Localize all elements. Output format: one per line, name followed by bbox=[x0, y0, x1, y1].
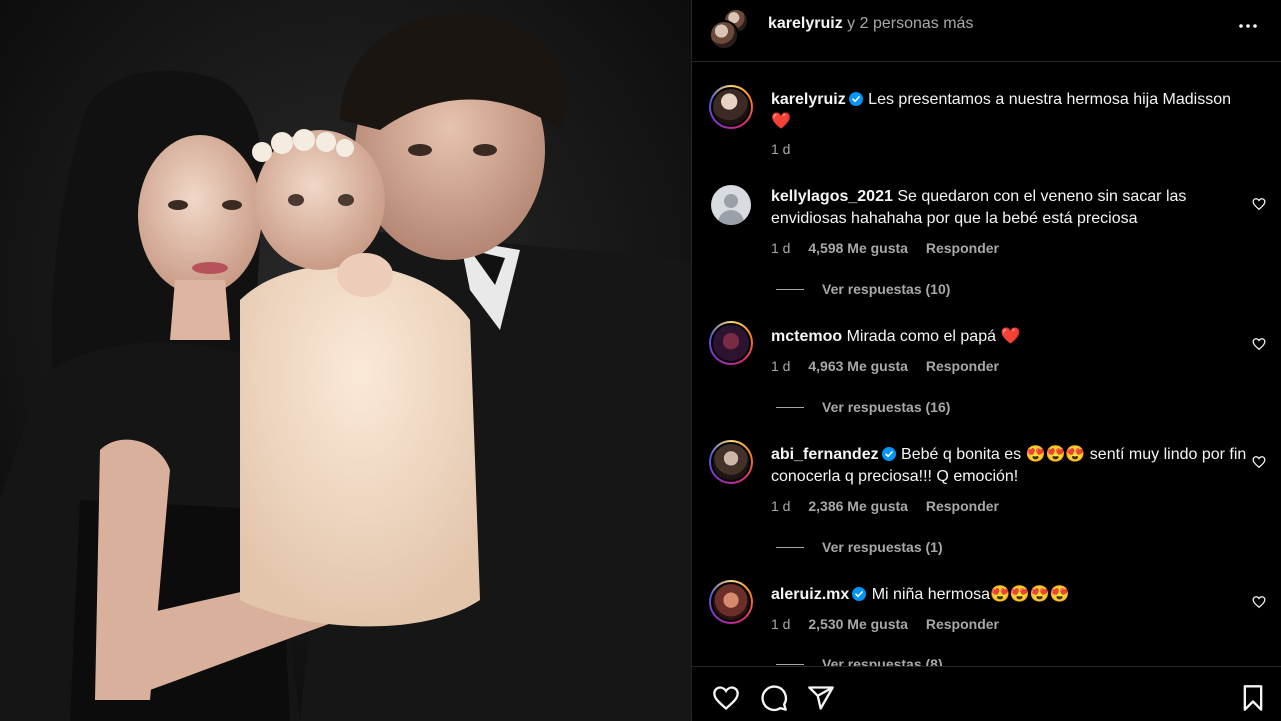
paper-plane-icon[interactable] bbox=[807, 684, 835, 712]
comment: mctemoo Mirada como el papá ❤️ bbox=[771, 326, 1251, 348]
caption-emoji: ❤️ bbox=[771, 113, 791, 130]
caption-meta: 1 d bbox=[771, 141, 804, 157]
comment-username[interactable]: mctemoo bbox=[771, 328, 842, 345]
post-header: karelyruiz y 2 personas más bbox=[692, 0, 1281, 62]
comment-time[interactable]: 1 d bbox=[771, 240, 790, 256]
comment-meta: 1 d 4,963 Me gusta Responder bbox=[771, 358, 1013, 374]
more-horizontal-icon[interactable] bbox=[1236, 14, 1260, 38]
replies-divider bbox=[776, 547, 804, 548]
header-collaborators[interactable]: y 2 personas más bbox=[847, 15, 973, 32]
collab-avatars[interactable] bbox=[709, 8, 753, 50]
view-replies-button[interactable]: Ver respuestas (1) bbox=[776, 539, 943, 555]
view-replies-button[interactable]: Ver respuestas (16) bbox=[776, 399, 950, 415]
heart-icon[interactable] bbox=[1252, 337, 1266, 351]
comment: kellylagos_2021 Se quedaron con el venen… bbox=[771, 186, 1251, 230]
caption: karelyruiz Les presentamos a nuestra her… bbox=[771, 89, 1251, 133]
comment-likes[interactable]: 2,530 Me gusta bbox=[808, 616, 908, 632]
comment-avatar[interactable] bbox=[711, 185, 751, 225]
verified-badge-icon bbox=[881, 447, 896, 461]
verified-badge-icon bbox=[852, 587, 867, 601]
family-portrait-image bbox=[0, 0, 691, 721]
comment-avatar[interactable] bbox=[709, 580, 753, 624]
view-replies-button[interactable]: Ver respuestas (10) bbox=[776, 281, 950, 297]
comment-meta: 1 d 2,386 Me gusta Responder bbox=[771, 498, 1013, 514]
caption-text: Les presentamos a nuestra hermosa hija M… bbox=[868, 91, 1232, 108]
caption-username[interactable]: karelyruiz bbox=[771, 91, 846, 108]
post-details-panel: karelyruiz y 2 personas más karelyruiz L… bbox=[691, 0, 1281, 721]
reply-button[interactable]: Responder bbox=[926, 616, 999, 632]
bookmark-icon[interactable] bbox=[1239, 684, 1267, 712]
comment-username[interactable]: aleruiz.mx bbox=[771, 586, 849, 603]
comment-likes[interactable]: 4,963 Me gusta bbox=[808, 358, 908, 374]
replies-divider bbox=[776, 289, 804, 290]
heart-icon[interactable] bbox=[1252, 455, 1266, 469]
heart-icon[interactable] bbox=[1252, 197, 1266, 211]
caption-time[interactable]: 1 d bbox=[771, 141, 790, 157]
comment-bubble-icon[interactable] bbox=[760, 684, 788, 712]
view-replies-button[interactable]: Ver respuestas (8) bbox=[776, 656, 943, 666]
comment-text: Mi niña hermosa😍😍😍😍 bbox=[871, 586, 1070, 603]
comments-scroll-area[interactable]: karelyruiz Les presentamos a nuestra her… bbox=[692, 63, 1281, 666]
view-replies-label[interactable]: Ver respuestas (16) bbox=[822, 399, 950, 415]
verified-badge-icon bbox=[848, 92, 863, 106]
view-replies-label[interactable]: Ver respuestas (10) bbox=[822, 281, 950, 297]
comment-time[interactable]: 1 d bbox=[771, 358, 790, 374]
comment-likes[interactable]: 2,386 Me gusta bbox=[808, 498, 908, 514]
header-username[interactable]: karelyruiz bbox=[768, 15, 843, 32]
comment-meta: 1 d 2,530 Me gusta Responder bbox=[771, 616, 1013, 632]
heart-icon[interactable] bbox=[1252, 595, 1266, 609]
reply-button[interactable]: Responder bbox=[926, 240, 999, 256]
comment-avatar[interactable] bbox=[709, 440, 753, 484]
avatar bbox=[709, 20, 739, 50]
comment-time[interactable]: 1 d bbox=[771, 616, 790, 632]
heart-icon[interactable] bbox=[712, 684, 740, 712]
comment-text: Mirada como el papá ❤️ bbox=[846, 328, 1021, 345]
post-actions-bar bbox=[692, 666, 1281, 721]
reply-button[interactable]: Responder bbox=[926, 498, 999, 514]
comment: abi_fernandez Bebé q bonita es 😍😍😍 sentí… bbox=[771, 444, 1251, 488]
comment: aleruiz.mx Mi niña hermosa😍😍😍😍 bbox=[771, 584, 1251, 606]
comment-username[interactable]: abi_fernandez bbox=[771, 446, 879, 463]
replies-divider bbox=[776, 407, 804, 408]
reply-button[interactable]: Responder bbox=[926, 358, 999, 374]
post-authors[interactable]: karelyruiz y 2 personas más bbox=[768, 15, 973, 33]
replies-divider bbox=[776, 664, 804, 665]
view-replies-label[interactable]: Ver respuestas (8) bbox=[822, 656, 943, 666]
comment-username[interactable]: kellylagos_2021 bbox=[771, 188, 893, 205]
view-replies-label[interactable]: Ver respuestas (1) bbox=[822, 539, 943, 555]
comment-meta: 1 d 4,598 Me gusta Responder bbox=[771, 240, 1013, 256]
comment-likes[interactable]: 4,598 Me gusta bbox=[808, 240, 908, 256]
post-photo[interactable] bbox=[0, 0, 691, 721]
caption-avatar[interactable] bbox=[709, 85, 753, 129]
comment-time[interactable]: 1 d bbox=[771, 498, 790, 514]
comment-avatar[interactable] bbox=[709, 321, 753, 365]
